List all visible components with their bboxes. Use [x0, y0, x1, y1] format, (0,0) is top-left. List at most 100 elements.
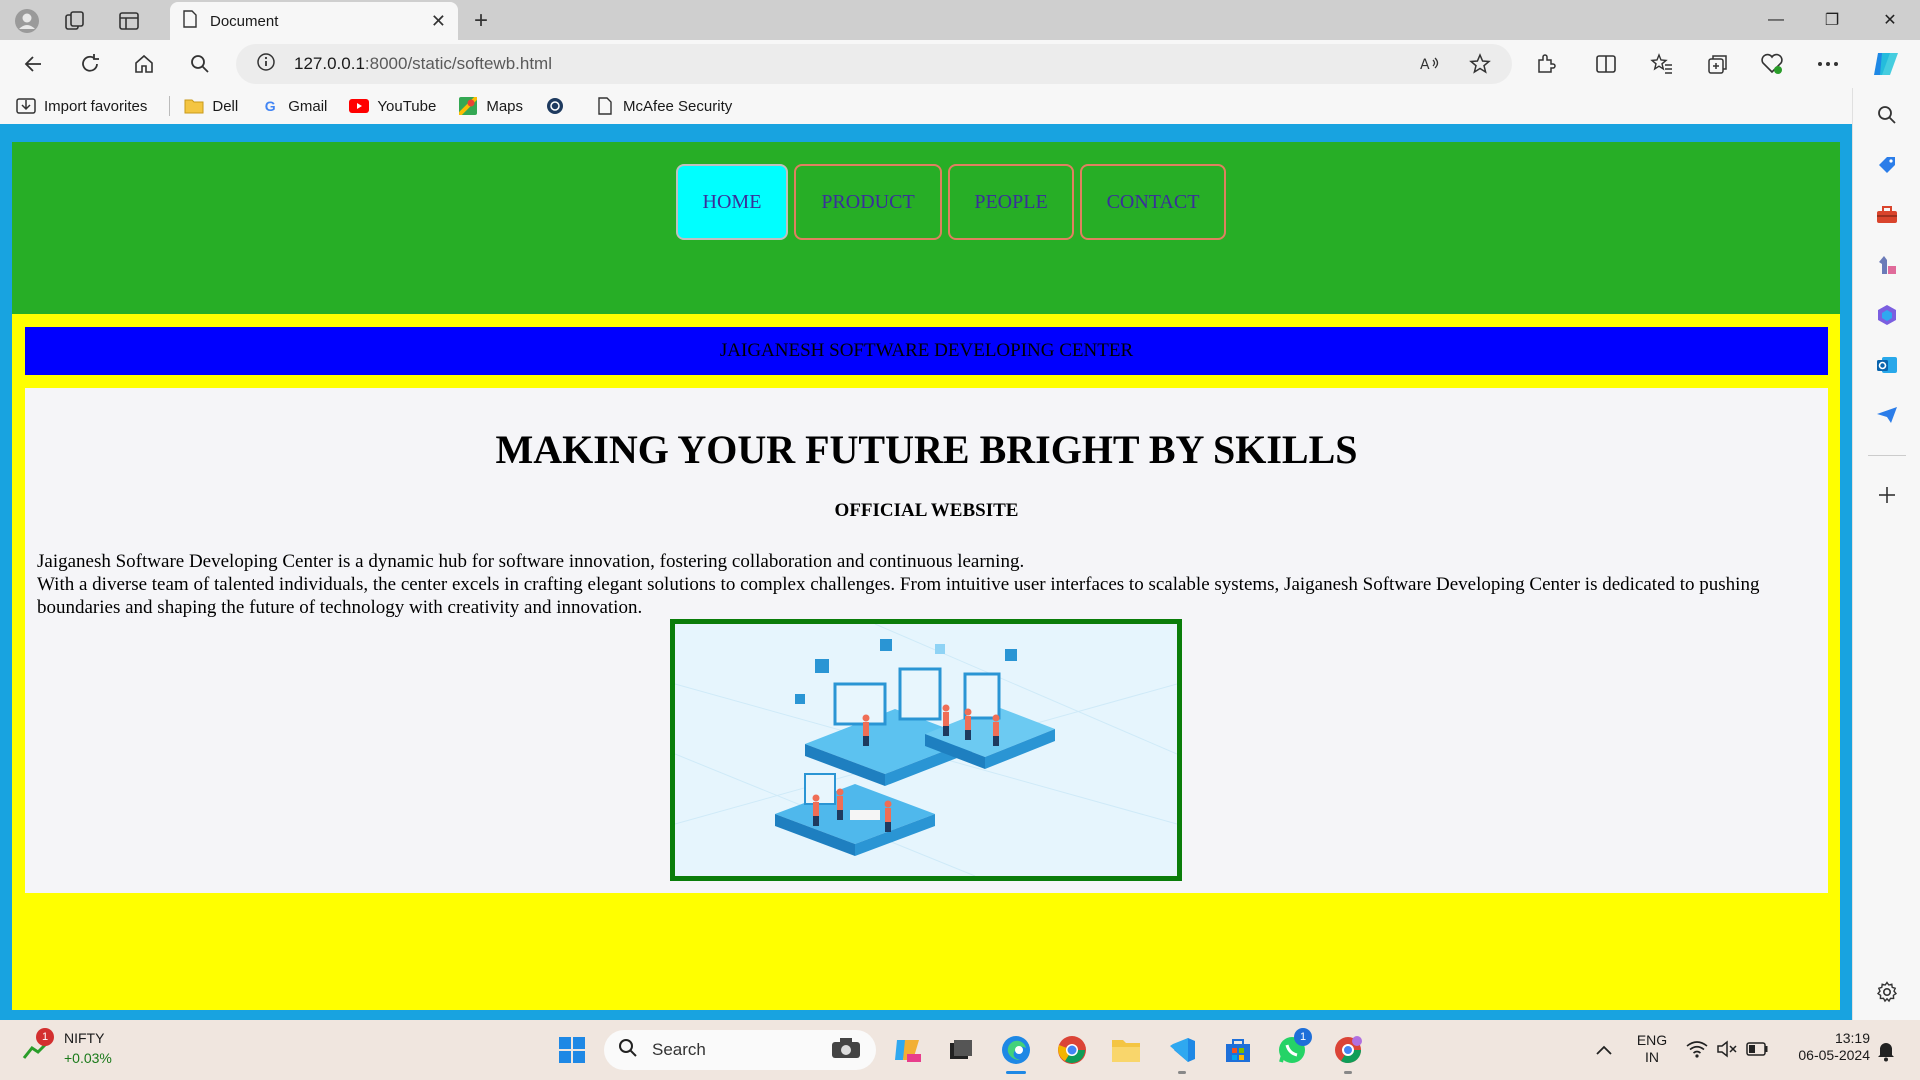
chrome-icon[interactable]: [1052, 1030, 1092, 1070]
volume-muted-icon[interactable]: [1716, 1040, 1738, 1063]
profile-icon[interactable]: [12, 6, 42, 36]
favorite-label: Dell: [212, 97, 239, 115]
games-icon[interactable]: [1870, 248, 1904, 282]
shopping-tag-icon[interactable]: [1870, 148, 1904, 182]
app-icon: [545, 97, 565, 115]
collections-icon[interactable]: [1702, 48, 1734, 80]
tab-title: Document: [210, 12, 279, 30]
favorite-label: YouTube: [377, 97, 437, 115]
favorite-label: Maps: [486, 97, 524, 115]
stock-change: +0.03%: [64, 1050, 112, 1066]
browser-tab[interactable]: Document ✕: [170, 2, 458, 40]
nav-people-button[interactable]: PEOPLE: [948, 164, 1074, 240]
region-code: IN: [1645, 1049, 1659, 1065]
page-subtitle: OFFICIAL WEBSITE: [834, 500, 1019, 521]
favorite-item[interactable]: Maps: [458, 97, 523, 115]
taskbar-search-box[interactable]: Search: [604, 1030, 876, 1070]
favorite-label: Import favorites: [44, 97, 148, 115]
favorites-divider: [169, 96, 171, 116]
favorites-icon[interactable]: [1646, 48, 1678, 80]
more-options-icon[interactable]: [1812, 48, 1844, 80]
new-tab-button[interactable]: +: [466, 6, 496, 36]
nav-contact-button[interactable]: CONTACT: [1080, 164, 1226, 240]
task-view-icon[interactable]: [940, 1030, 980, 1070]
copilot-icon[interactable]: [1868, 46, 1904, 82]
minimize-button[interactable]: —: [1748, 0, 1804, 40]
intro-text: Jaiganesh Software Developing Center is …: [37, 550, 1817, 619]
maps-icon: [458, 97, 478, 115]
sidebar-search-icon[interactable]: [1870, 98, 1904, 132]
copilot-taskbar-icon[interactable]: [888, 1030, 928, 1070]
close-window-button[interactable]: ✕: [1862, 0, 1918, 40]
windows-start-icon[interactable]: [552, 1030, 592, 1070]
folder-icon: [184, 97, 204, 115]
site-banner: JAIGANESH SOFTWARE DEVELOPING CENTER: [25, 327, 1828, 375]
send-icon[interactable]: [1870, 398, 1904, 432]
edge-browser-icon[interactable]: [996, 1030, 1036, 1070]
notification-bell-icon[interactable]: [1876, 1040, 1896, 1067]
read-aloud-icon[interactable]: A: [1414, 48, 1446, 80]
search-placeholder: Search: [652, 1040, 706, 1059]
refresh-icon[interactable]: [74, 48, 106, 80]
svg-text:A: A: [1420, 57, 1430, 73]
stock-badge: 1: [36, 1028, 54, 1046]
favorite-item[interactable]: YouTube: [349, 97, 436, 115]
running-app-indicator: [1178, 1071, 1186, 1074]
tab-actions-icon[interactable]: [116, 8, 142, 34]
running-app-indicator: [1344, 1071, 1352, 1074]
favorite-label: Gmail: [288, 97, 328, 115]
favorite-item[interactable]: Dell: [184, 97, 238, 115]
add-icon[interactable]: [1870, 478, 1904, 512]
workspaces-icon[interactable]: [62, 8, 88, 34]
favorite-item[interactable]: G Gmail: [260, 97, 328, 115]
url-host: 127.0.0.1: [294, 54, 365, 73]
import-icon: [16, 97, 36, 115]
favorites-bar: Import favorites Dell G Gmail YouTube Ma…: [0, 88, 1920, 124]
chrome-profile-icon[interactable]: [1328, 1030, 1368, 1070]
search-icon[interactable]: [184, 48, 216, 80]
home-icon[interactable]: [128, 48, 160, 80]
info-icon[interactable]: [256, 52, 276, 77]
split-screen-icon[interactable]: [1590, 48, 1622, 80]
youtube-icon: [349, 97, 370, 115]
tools-icon[interactable]: [1870, 198, 1904, 232]
stock-widget[interactable]: 1 NIFTY +0.03%: [22, 1028, 122, 1072]
wifi-icon[interactable]: [1686, 1040, 1708, 1063]
stock-name: NIFTY: [64, 1030, 105, 1046]
microsoft-store-icon[interactable]: [1218, 1030, 1258, 1070]
microsoft365-icon[interactable]: [1870, 298, 1904, 332]
clock[interactable]: 13:19 06-05-2024: [1778, 1030, 1870, 1064]
vscode-icon[interactable]: [1162, 1030, 1202, 1070]
favorite-item[interactable]: [545, 97, 573, 115]
clock-date: 06-05-2024: [1798, 1047, 1870, 1063]
nav-product-button[interactable]: PRODUCT: [794, 164, 942, 240]
address-bar[interactable]: 127.0.0.1:8000/static/softewb.html: [236, 44, 1512, 84]
intro-paragraph-2: With a diverse team of talented individu…: [37, 574, 1760, 618]
nav-home-button[interactable]: HOME: [676, 164, 788, 240]
file-explorer-icon[interactable]: [1106, 1030, 1146, 1070]
language-code: ENG: [1636, 1032, 1668, 1048]
isometric-illustration: [670, 619, 1182, 881]
battery-icon[interactable]: [1746, 1042, 1768, 1061]
page-title: MAKING YOUR FUTURE BRIGHT BY SKILLS: [495, 427, 1358, 472]
clock-time: 13:19: [1834, 1030, 1870, 1046]
page-icon: [182, 9, 198, 33]
search-icon: [618, 1038, 638, 1063]
tab-close-button[interactable]: ✕: [431, 11, 446, 32]
url-text[interactable]: 127.0.0.1:8000/static/softewb.html: [294, 54, 552, 74]
favorite-item[interactable]: Import favorites: [16, 97, 147, 115]
outlook-icon[interactable]: [1870, 348, 1904, 382]
chevron-up-icon[interactable]: [1584, 1030, 1624, 1070]
favorite-star-icon[interactable]: [1464, 48, 1496, 80]
settings-gear-icon[interactable]: [1870, 975, 1904, 1009]
back-icon[interactable]: [18, 48, 50, 80]
restore-button[interactable]: ❐: [1804, 0, 1860, 40]
extensions-icon[interactable]: [1530, 48, 1562, 80]
browser-essentials-icon[interactable]: [1756, 48, 1788, 80]
favorite-item[interactable]: McAfee Security: [595, 97, 732, 115]
google-icon: G: [264, 98, 276, 114]
site-nav: HOME PRODUCT PEOPLE CONTACT: [676, 164, 1226, 240]
page-icon: [595, 97, 615, 115]
language-indicator[interactable]: ENG IN: [1630, 1032, 1674, 1066]
intro-paragraph-1: Jaiganesh Software Developing Center is …: [37, 551, 1025, 572]
